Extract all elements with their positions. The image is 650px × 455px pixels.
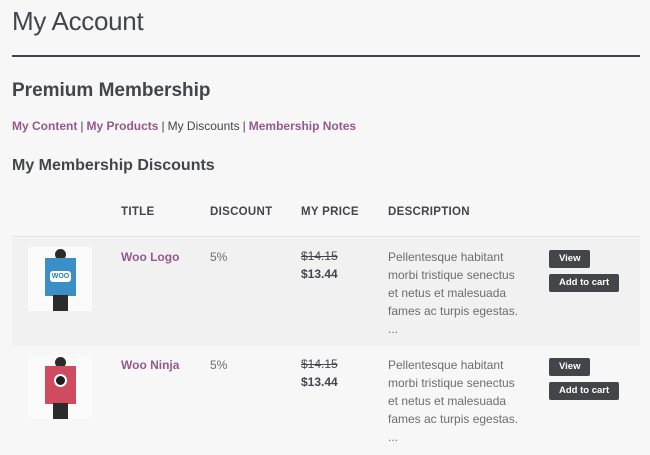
subnav-membership-notes[interactable]: Membership Notes [249,119,356,133]
woo-logo-poster-icon[interactable]: WOO [28,247,92,311]
discount-value: 5% [210,358,228,372]
product-description: Pellentesque habitant morbi tristique se… [388,358,519,444]
add-to-cart-button[interactable]: Add to cart [549,382,620,400]
woo-mark-icon: WOO [50,271,71,282]
discount-value: 5% [210,250,228,264]
membership-subnav: My Content | My Products | My Discounts | Memb… [12,119,356,133]
subnav-separator: | [161,119,165,133]
ninja-poster-icon[interactable] [28,355,92,419]
poster [45,366,76,404]
column-header-description: DESCRIPTION [388,206,470,218]
member-price: $13.44 [301,267,338,281]
model-legs [53,295,68,311]
model-legs [53,403,68,419]
subnav-separator: | [242,119,246,133]
product-name-link[interactable]: Woo Logo [121,250,179,264]
original-price: $14.15 [301,357,338,371]
product-description: Pellentesque habitant morbi tristique se… [388,250,519,336]
column-header-discount: DISCOUNT [210,206,273,218]
table-row: Woo Ninja 5% $14.15 $13.44 Pellentesque … [12,346,640,455]
page-title: My Account [12,6,144,36]
subnav-my-products[interactable]: My Products [86,119,158,133]
table-row: WOO Woo Logo 5% $14.15 $13.44 Pellentesq… [12,238,640,346]
subnav-separator: | [80,119,84,133]
poster: WOO [45,258,76,296]
product-name-link[interactable]: Woo Ninja [121,358,179,372]
subnav-my-content[interactable]: My Content [12,119,77,133]
original-price: $14.15 [301,249,338,263]
section-title: My Membership Discounts [12,157,215,174]
view-button[interactable]: View [549,250,591,268]
column-header-my-price: MY PRICE [301,206,359,218]
column-header-title: TITLE [121,206,155,218]
member-price: $13.44 [301,375,338,389]
subnav-my-discounts: My Discounts [167,119,240,133]
ninja-mark-icon [54,374,67,387]
membership-title: Premium Membership [12,80,211,101]
table-header: TITLE DISCOUNT MY PRICE DESCRIPTION [12,206,640,237]
title-divider [12,55,640,57]
view-button[interactable]: View [549,358,591,376]
add-to-cart-button[interactable]: Add to cart [549,274,620,292]
